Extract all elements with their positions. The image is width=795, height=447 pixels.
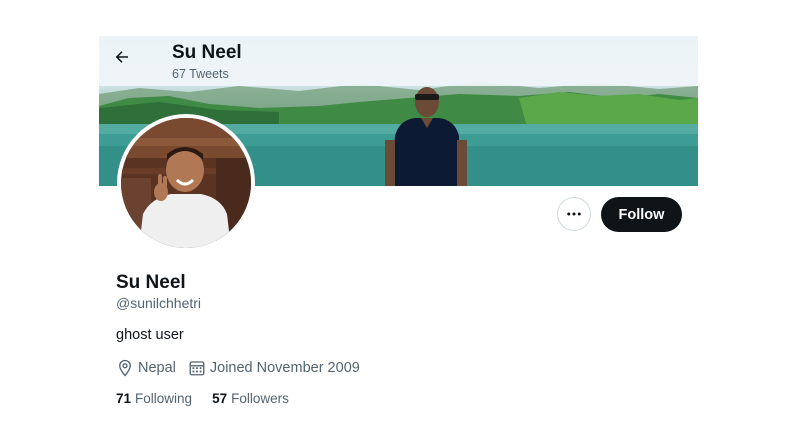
avatar-image	[121, 118, 251, 248]
profile-card: Su Neel 67 Tweets Follow Su Neel @sunilc…	[99, 36, 698, 447]
followers-link[interactable]: 57 Followers	[212, 391, 289, 406]
more-options-button[interactable]	[557, 197, 591, 231]
back-button[interactable]	[113, 48, 139, 74]
profile-header-bar: Su Neel 67 Tweets	[99, 36, 698, 86]
follow-button[interactable]: Follow	[601, 197, 682, 232]
following-link[interactable]: 71 Following	[116, 391, 192, 406]
avatar[interactable]	[117, 114, 255, 252]
header-tweet-count: 67 Tweets	[172, 67, 229, 81]
profile-display-name: Su Neel	[116, 272, 186, 293]
profile-bio: ghost user	[116, 327, 184, 343]
profile-joined: Joined November 2009	[188, 359, 360, 377]
joined-text: Joined November 2009	[209, 360, 360, 376]
following-label: Following	[135, 391, 193, 406]
followers-count: 57	[212, 391, 228, 406]
following-count: 71	[116, 391, 132, 406]
location-text: Nepal	[138, 360, 176, 376]
location-pin-icon	[119, 359, 131, 377]
profile-handle: @sunilchhetri	[116, 295, 202, 311]
arrow-left-icon	[115, 51, 128, 63]
calendar-icon	[189, 361, 205, 376]
profile-location: Nepal	[116, 359, 176, 377]
profile-meta-row: Nepal Joined November 2009	[116, 358, 372, 378]
more-dots-icon	[567, 212, 581, 216]
followers-label: Followers	[231, 391, 289, 406]
header-name: Su Neel	[172, 42, 242, 63]
profile-stats-row: 71 Following 57 Followers	[116, 391, 309, 406]
